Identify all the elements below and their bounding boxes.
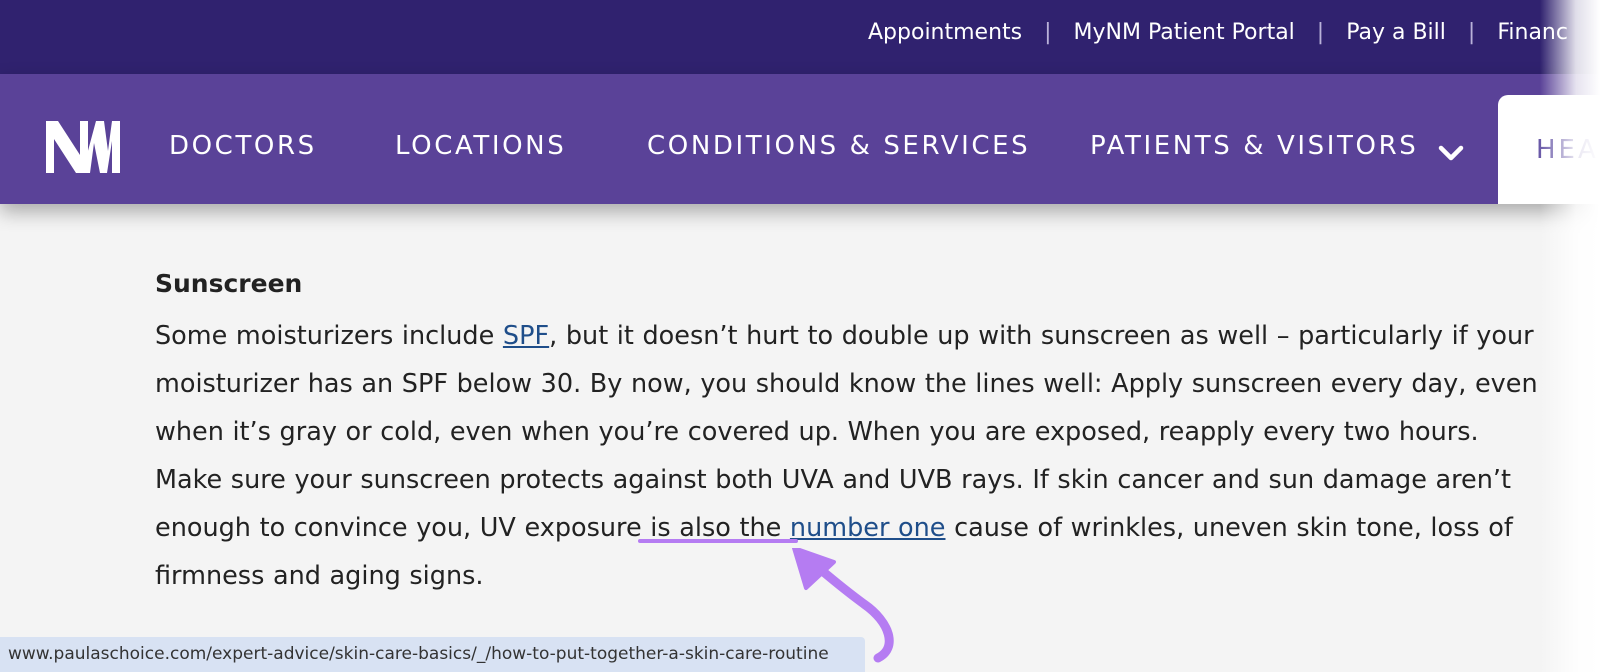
status-bar-url: www.paulaschoice.com/expert-advice/skin-…	[0, 637, 865, 672]
nm-logo-icon[interactable]: NM	[46, 121, 120, 173]
nav-health-button[interactable]: HEA	[1498, 95, 1600, 204]
paragraph-text: Some moisturizers include	[155, 321, 503, 351]
paragraph-text: , but it doesn’t hurt to double up with …	[155, 321, 1538, 543]
nav-patients-visitors[interactable]: PATIENTS & VISITORS	[1090, 126, 1418, 166]
nav-health-label: HEA	[1536, 135, 1599, 165]
section-heading: Sunscreen	[155, 269, 303, 298]
patient-portal-link[interactable]: MyNM Patient Portal	[1074, 20, 1295, 45]
chevron-down-icon[interactable]	[1438, 144, 1464, 164]
nav-doctors[interactable]: DOCTORS	[169, 126, 317, 166]
nav-conditions-services[interactable]: CONDITIONS & SERVICES	[647, 126, 1030, 166]
main-navigation: NM DOCTORS LOCATIONS CONDITIONS & SERVIC…	[0, 74, 1600, 204]
utility-links: Appointments | MyNM Patient Portal | Pay…	[868, 0, 1568, 64]
separator: |	[1316, 19, 1325, 45]
link-highlight-underline	[638, 539, 798, 543]
financial-link[interactable]: Financ	[1497, 20, 1568, 45]
number-one-link[interactable]: number one	[790, 513, 946, 543]
appointments-link[interactable]: Appointments	[868, 20, 1022, 45]
separator: |	[1044, 19, 1052, 45]
utility-bar: Appointments | MyNM Patient Portal | Pay…	[0, 0, 1600, 74]
separator: |	[1467, 19, 1476, 45]
nav-locations[interactable]: LOCATIONS	[395, 126, 566, 166]
pay-bill-link[interactable]: Pay a Bill	[1346, 20, 1446, 45]
spf-link[interactable]: SPF	[503, 321, 549, 351]
